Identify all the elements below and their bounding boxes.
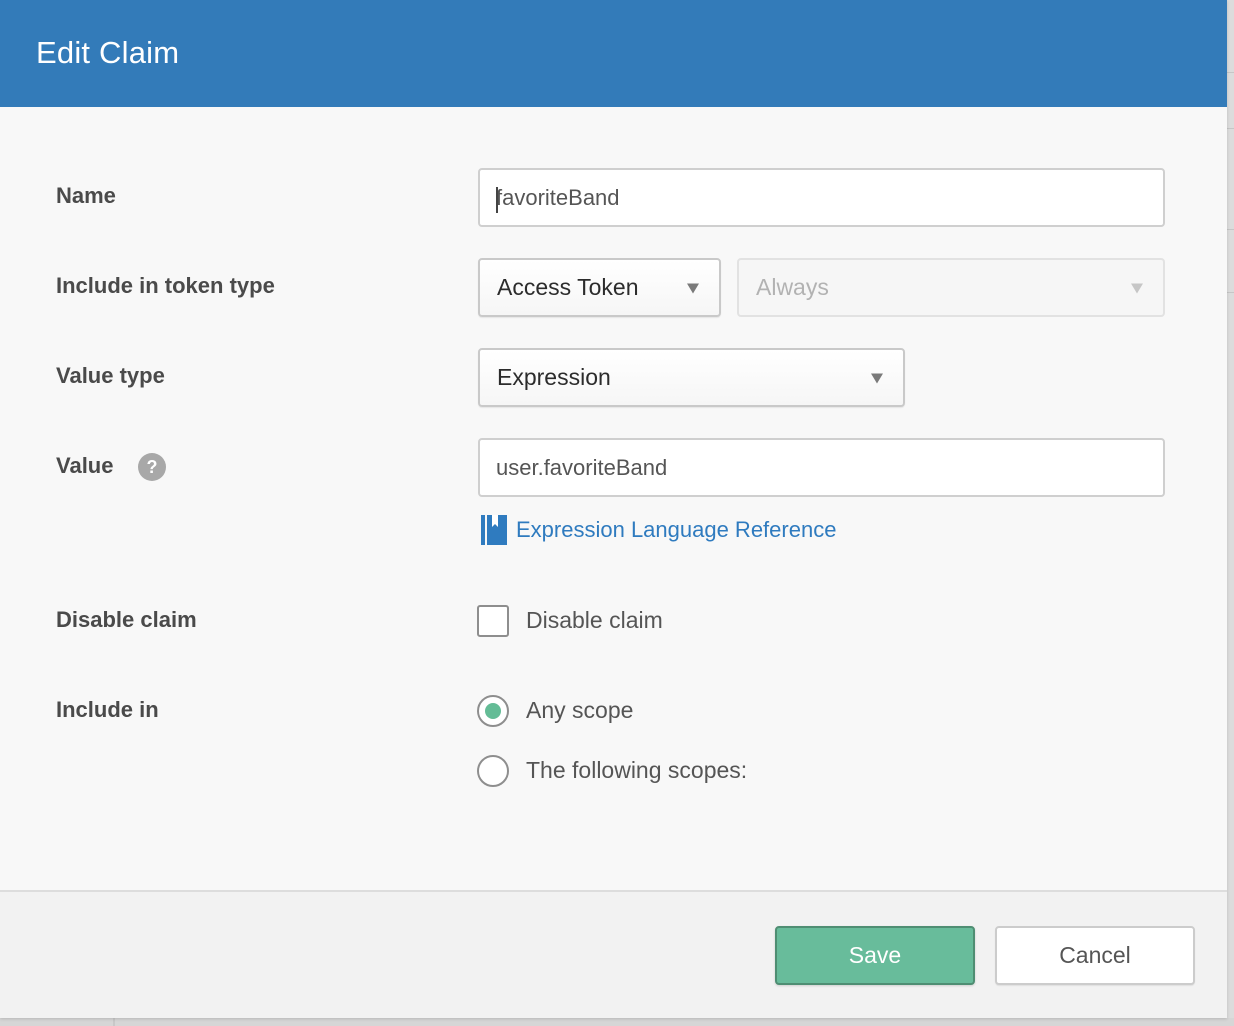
chevron-down-icon — [687, 283, 699, 293]
backdrop-divider — [1227, 292, 1234, 293]
any-scope-radio[interactable] — [477, 695, 509, 727]
following-scopes-label[interactable]: The following scopes: — [526, 757, 747, 784]
value-type-value: Expression — [497, 364, 611, 390]
backdrop-divider — [1227, 128, 1234, 129]
token-type-select[interactable]: Access Token — [478, 258, 721, 317]
token-frequency-select: Always — [737, 258, 1165, 317]
modal-footer: Save Cancel — [0, 890, 1227, 1018]
value-type-label: Value type — [56, 363, 165, 388]
token-frequency-value: Always — [756, 274, 829, 300]
expression-language-reference-label: Expression Language Reference — [516, 517, 837, 542]
include-in-label: Include in — [56, 697, 159, 722]
page-backdrop — [1227, 0, 1234, 1026]
expression-language-reference-link[interactable]: Expression Language Reference — [481, 515, 836, 545]
token-type-value: Access Token — [497, 274, 639, 300]
modal-header: Edit Claim — [0, 0, 1227, 107]
name-input[interactable] — [478, 168, 1165, 227]
page-backdrop-bottom — [0, 1018, 1234, 1026]
disable-claim-checkbox[interactable] — [477, 605, 509, 637]
disable-claim-checkbox-label[interactable]: Disable claim — [526, 607, 663, 634]
name-label: Name — [56, 183, 116, 208]
save-button[interactable]: Save — [775, 926, 975, 985]
token-type-label: Include in token type — [56, 273, 275, 298]
text-cursor — [496, 187, 498, 213]
value-label: Value — [56, 453, 114, 478]
value-input[interactable] — [478, 438, 1165, 497]
chevron-down-icon — [871, 373, 883, 383]
backdrop-divider — [1227, 229, 1234, 230]
edit-claim-modal: Edit Claim Name Include in token type Ac… — [0, 0, 1227, 1018]
following-scopes-radio[interactable] — [477, 755, 509, 787]
cancel-button[interactable]: Cancel — [995, 926, 1195, 985]
modal-body: Name Include in token type Access Token … — [0, 107, 1227, 890]
chevron-down-icon — [1131, 283, 1143, 293]
any-scope-label[interactable]: Any scope — [526, 697, 633, 724]
backdrop-divider — [1227, 72, 1234, 73]
book-icon — [481, 515, 507, 545]
help-icon[interactable]: ? — [138, 453, 166, 481]
disable-claim-label: Disable claim — [56, 607, 197, 632]
value-type-select[interactable]: Expression — [478, 348, 905, 407]
modal-title: Edit Claim — [36, 34, 180, 70]
